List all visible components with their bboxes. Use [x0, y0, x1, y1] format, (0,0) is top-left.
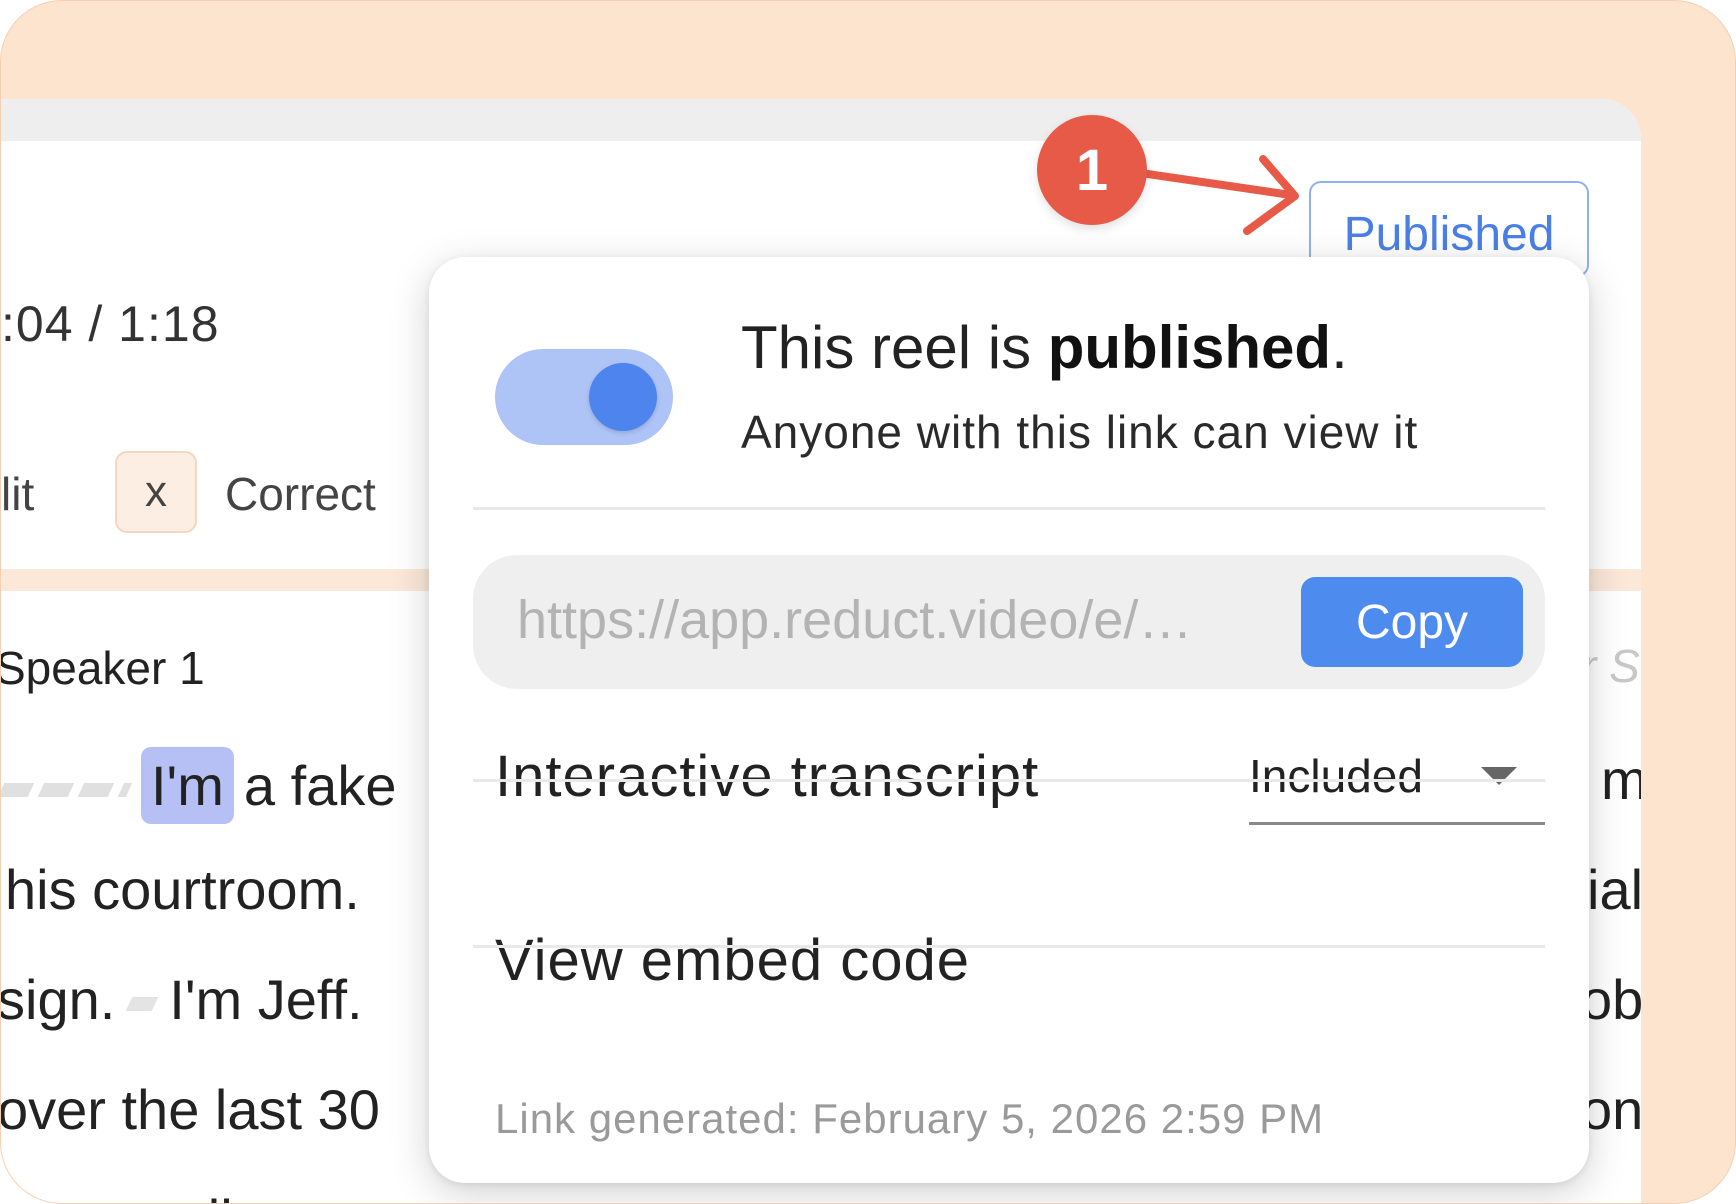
chevron-down-icon: [1481, 767, 1517, 785]
title-bold: published: [1047, 314, 1332, 381]
right-transcript-fragment: m: [1601, 747, 1641, 812]
highlighted-word[interactable]: I'm: [141, 747, 234, 824]
share-link-url[interactable]: https://app.reduct.video/e/…: [517, 589, 1277, 651]
title-prefix: This reel is: [741, 314, 1048, 381]
publish-status-subtitle: Anyone with this link can view it: [741, 406, 1419, 458]
transcript-line[interactable]: sign. I'm Jeff.: [1, 967, 363, 1032]
correct-shortcut-key: x: [115, 451, 197, 533]
step-number-badge: 1: [1037, 115, 1147, 225]
transcript-text: his courtroom.: [5, 858, 360, 921]
right-transcript-fragment: ob: [1581, 968, 1641, 1031]
playback-time: :04 / 1:18: [1, 296, 220, 352]
correct-tool-label[interactable]: Correct: [225, 467, 376, 521]
publish-toggle[interactable]: [495, 349, 673, 445]
transcript-line[interactable]: his courtroom.: [5, 857, 360, 922]
toggle-knob: [589, 363, 657, 431]
divider: [473, 779, 1545, 782]
transcript-line[interactable]: over the last 30: [1, 1077, 380, 1142]
silence-gap: [1, 783, 133, 798]
right-transcript-fragment: on: [1581, 1078, 1641, 1141]
transcript-text: I'm Jeff.: [169, 968, 363, 1031]
speaker-label[interactable]: Speaker 1: [1, 641, 205, 695]
right-transcript-fragment: u: [1585, 1187, 1616, 1203]
copy-button[interactable]: Copy: [1301, 577, 1523, 667]
share-link-field[interactable]: https://app.reduct.video/e/… Copy: [473, 555, 1545, 689]
window-top-strip: [1, 99, 1641, 141]
edit-tool-label[interactable]: lit: [1, 467, 34, 521]
divider: [473, 945, 1545, 948]
right-transcript-fragment: ial: [1587, 858, 1641, 921]
transcript-text: t's actually a go: [1, 1188, 385, 1203]
right-speaker-fragment: r S: [1581, 640, 1640, 692]
transcript-line[interactable]: I'm a fake: [1, 747, 396, 824]
link-generated-timestamp: Link generated: February 5, 2026 2:59 PM: [495, 1095, 1325, 1142]
divider: [473, 507, 1545, 510]
transcript-text: a fake: [243, 754, 397, 817]
transcript-line[interactable]: t's actually a go: [1, 1187, 385, 1203]
view-embed-code-link[interactable]: View embed code: [495, 927, 970, 994]
interactive-transcript-label: Interactive transcript: [495, 744, 1040, 809]
outer-frame: :04 / 1:18 lit x Correct Speaker 1 r S I…: [0, 0, 1736, 1204]
silence-gap: [126, 997, 159, 1012]
title-suffix: .: [1331, 314, 1348, 381]
transcript-text: sign.: [1, 968, 116, 1031]
transcript-text: over the last 30: [1, 1078, 380, 1141]
publish-popover: This reel is published. Anyone with this…: [429, 257, 1589, 1183]
publish-status-title: This reel is published.: [741, 313, 1348, 382]
select-value: Included: [1249, 750, 1423, 802]
